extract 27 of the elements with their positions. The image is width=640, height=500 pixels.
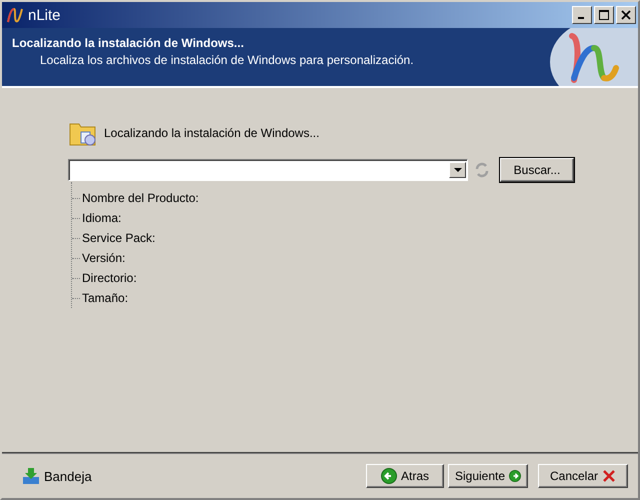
maximize-icon: [599, 10, 609, 20]
dropdown-button[interactable]: [449, 162, 466, 178]
window-title: nLite: [28, 6, 62, 24]
browse-button[interactable]: Buscar...: [500, 158, 574, 182]
detail-label: Service Pack:: [82, 231, 156, 245]
header-title: Localizando la instalación de Windows...: [12, 36, 245, 50]
app-logo-icon: [6, 6, 24, 24]
detail-label: Nombre del Producto:: [82, 191, 199, 205]
maximize-button[interactable]: [594, 6, 614, 24]
tray-button[interactable]: Bandeja: [22, 467, 92, 485]
minimize-button[interactable]: [572, 6, 592, 24]
cancel-button[interactable]: Cancelar: [538, 464, 628, 488]
detail-label: Directorio:: [82, 271, 137, 285]
close-icon: [621, 10, 631, 20]
section-title: Localizando la instalación de Windows...: [104, 126, 320, 140]
minimize-icon: [578, 17, 584, 19]
header-subtitle: Localiza los archivos de instalación de Windows para personalización.: [39, 53, 414, 67]
close-icon: [602, 469, 616, 483]
detail-label: Versión:: [82, 251, 126, 265]
next-button[interactable]: Siguiente: [448, 464, 528, 488]
tray-icon: [22, 467, 40, 485]
caret-icon: [454, 168, 462, 172]
back-button[interactable]: Atras: [366, 464, 444, 488]
detail-label: Idioma:: [82, 211, 122, 225]
close-button[interactable]: [616, 6, 636, 24]
detail-label: Tamaño:: [82, 291, 128, 305]
install-path-combo[interactable]: [68, 159, 468, 181]
